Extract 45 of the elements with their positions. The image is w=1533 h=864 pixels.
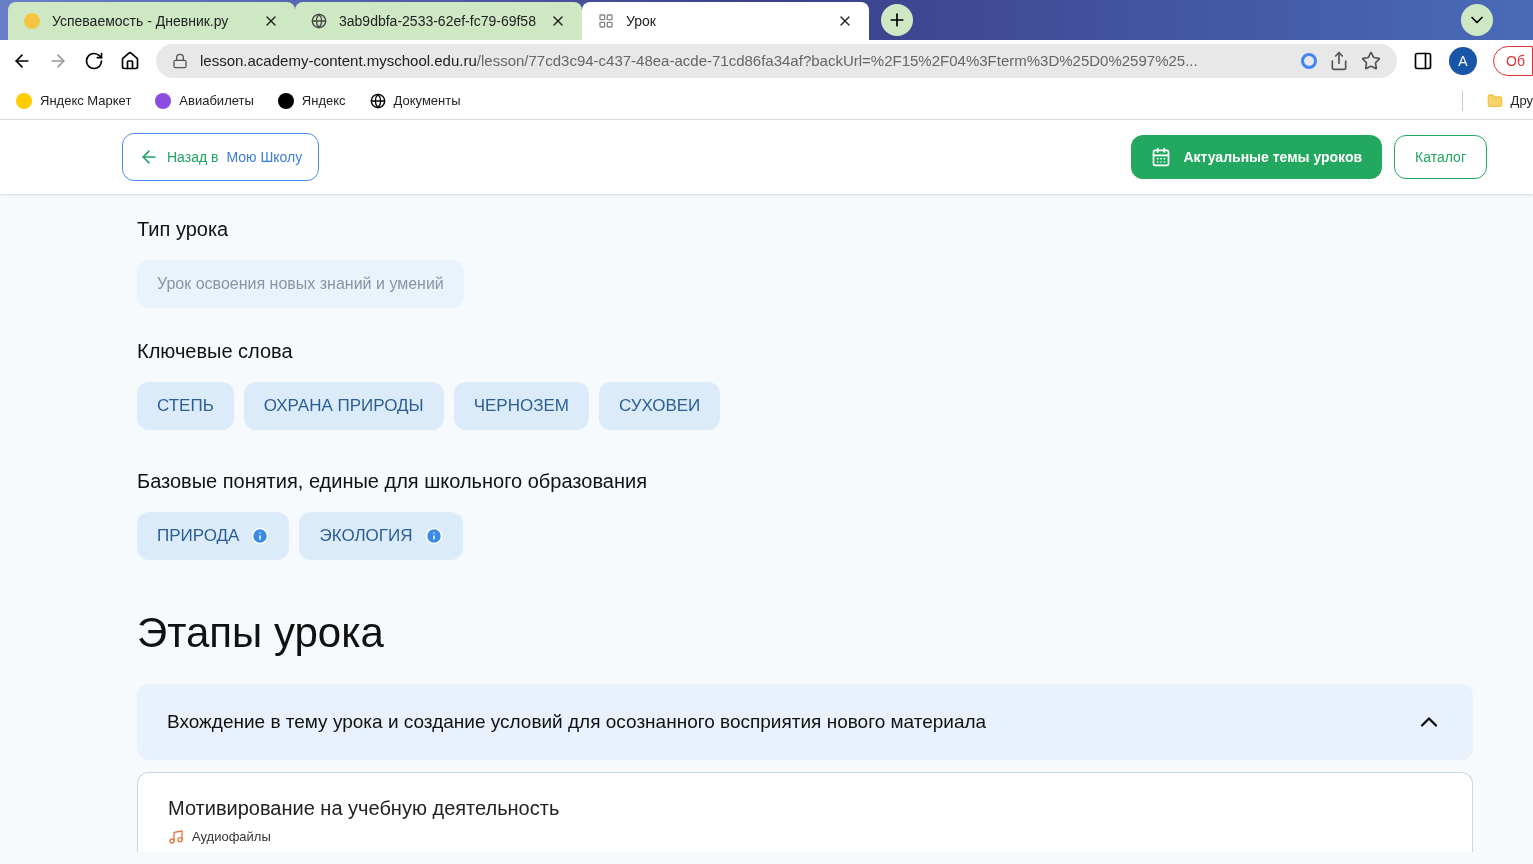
new-tab-button[interactable] [881, 4, 913, 36]
section-heading: Ключевые слова [137, 339, 294, 364]
home-icon[interactable] [120, 51, 140, 71]
tab-title: Успеваемость - Дневник.ру [52, 11, 230, 31]
profile-avatar[interactable]: A [1449, 47, 1477, 75]
bookmark-item[interactable]: Авиабилеты [155, 90, 254, 111]
browser-tab[interactable]: 3ab9dbfa-2533-62ef-fc79-69f58 [295, 2, 582, 40]
attachment-label: Аудиофайлы [192, 828, 271, 846]
globe-icon [369, 92, 386, 109]
tab-search-button[interactable] [1461, 4, 1493, 36]
browser-tab[interactable]: Успеваемость - Дневник.ру [8, 2, 295, 40]
browser-tab[interactable]: Урок [582, 2, 869, 40]
side-panel-icon[interactable] [1413, 51, 1433, 71]
reload-icon[interactable] [84, 51, 104, 71]
url-text: lesson.academy-content.myschool.edu.ru/lesson/77cd3c94-c437-48ea-acde-71cd86fa34af?backUrl=%2F15%2F04%3Fterm%3D%25D0%2597%25... [200, 50, 1199, 71]
grid-icon [598, 13, 614, 29]
lesson-type-tag: Урок освоения новых знаний и умений [137, 260, 464, 308]
bookmark-item[interactable]: Яндекс Маркет [16, 90, 132, 111]
section-heading: Тип урока [137, 217, 230, 242]
stage-header[interactable]: Вхождение в тему урока и создание условий для осознанного восприятия нового материала [137, 684, 1473, 760]
address-bar[interactable]: lesson.academy-content.myschool.edu.ru/lesson/77cd3c94-c437-48ea-acde-71cd86fa34af?backUrl=%2F15%2F04%3Fterm%3D%25D0%2597%25... [156, 44, 1397, 78]
section-heading: Базовые понятия, единые для школьного образования [137, 469, 648, 494]
folder-icon [1486, 92, 1503, 109]
tab-title: Урок [626, 11, 657, 31]
other-bookmarks[interactable]: Дру [1486, 90, 1533, 111]
keyword-chip[interactable]: СУХОВЕИ [598, 382, 721, 430]
music-note-icon [168, 828, 184, 845]
info-icon[interactable] [251, 527, 270, 545]
info-icon[interactable] [424, 527, 443, 545]
bookmark-item[interactable]: Яндекс [277, 90, 346, 111]
page-heading: Этапы урока [137, 612, 385, 654]
concept-chip[interactable]: ЭКОЛОГИЯ [299, 512, 463, 560]
lock-icon [172, 53, 188, 69]
bookmark-item[interactable]: Документы [369, 90, 461, 111]
concept-chip[interactable]: ПРИРОДА [137, 512, 290, 560]
back-to-school-button[interactable]: Назад в Мою Школу [122, 133, 320, 181]
keyword-chip[interactable]: СТЕПЬ [137, 382, 234, 430]
globe-icon [311, 13, 327, 29]
bookmark-star-icon[interactable] [1361, 51, 1381, 71]
calendar-icon [1151, 147, 1172, 167]
step-title: Мотивирование на учебную деятельность [168, 796, 561, 821]
tab-title: 3ab9dbfa-2533-62ef-fc79-69f58 [339, 11, 537, 31]
keyword-chip[interactable]: ЧЕРНОЗЕМ [453, 382, 589, 430]
share-icon[interactable] [1329, 51, 1349, 71]
keyword-chip[interactable]: ОХРАНА ПРИРОДЫ [243, 382, 444, 430]
